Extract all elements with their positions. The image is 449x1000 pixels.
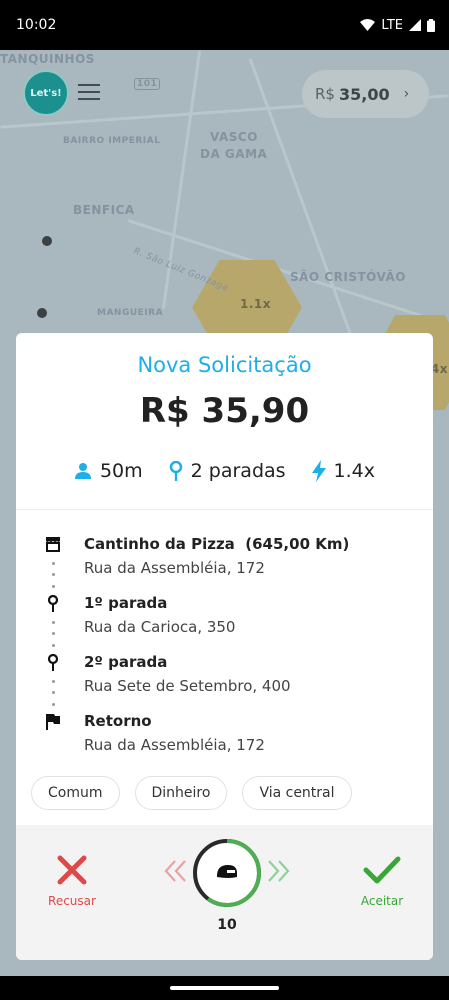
lightning-icon bbox=[311, 460, 326, 482]
route-connector bbox=[51, 617, 55, 651]
route-stop-return: Retorno Rua da Assembléia, 172 bbox=[44, 710, 413, 769]
accept-button[interactable]: Aceitar bbox=[356, 855, 408, 908]
map-label: DA GAMA bbox=[200, 147, 268, 161]
route-stop-1: 1º parada Rua da Carioca, 350 bbox=[44, 592, 413, 651]
reject-label: Recusar bbox=[48, 894, 96, 908]
request-price: R$ 35,90 bbox=[139, 391, 310, 431]
home-handle[interactable] bbox=[170, 986, 279, 990]
store-icon bbox=[44, 535, 62, 553]
chevrons-left-icon bbox=[164, 860, 186, 882]
countdown-timer: 10 bbox=[163, 837, 291, 947]
stop-name: 1º parada bbox=[84, 594, 168, 612]
flag-icon bbox=[44, 712, 62, 730]
navigation-bar bbox=[0, 976, 449, 1000]
route-list: Cantinho da Pizza (645,00 Km) Rua da Ass… bbox=[44, 533, 413, 769]
wifi-icon bbox=[360, 19, 376, 31]
status-time: 10:02 bbox=[16, 17, 57, 33]
distance-stat: 50m bbox=[74, 460, 143, 482]
balance-button[interactable]: R$ 35,00 › bbox=[302, 70, 429, 118]
pin-icon bbox=[44, 653, 62, 671]
check-icon bbox=[363, 856, 401, 884]
accept-label: Aceitar bbox=[360, 894, 404, 908]
pin-icon bbox=[44, 594, 62, 612]
pin-icon bbox=[169, 461, 182, 481]
status-bar: 10:02 LTE bbox=[0, 0, 449, 50]
route-stop-origin: Cantinho da Pizza (645,00 Km) Rua da Ass… bbox=[44, 533, 413, 592]
close-icon bbox=[57, 855, 87, 885]
network-type: LTE bbox=[381, 17, 403, 33]
tag-chip: Comum bbox=[31, 776, 120, 810]
route-stop-2: 2º parada Rua Sete de Setembro, 400 bbox=[44, 651, 413, 710]
action-footer: Recusar 10 Aceitar bbox=[16, 825, 433, 960]
stop-name: 2º parada bbox=[84, 653, 168, 671]
map-label: MANGUEIRA bbox=[97, 308, 164, 318]
tag-chip: Dinheiro bbox=[134, 776, 228, 810]
balance-amount: 35,00 bbox=[338, 84, 390, 104]
divider bbox=[16, 509, 433, 510]
stop-name: Cantinho da Pizza bbox=[84, 535, 235, 553]
battery-icon bbox=[427, 18, 435, 32]
balance-currency: R$ bbox=[315, 85, 335, 103]
stop-address: Rua da Assembléia, 172 bbox=[84, 559, 265, 577]
distance-value: 50m bbox=[99, 460, 143, 482]
app-logo: Let's! bbox=[23, 70, 69, 116]
map-label: VASCO bbox=[210, 130, 258, 144]
map-label: SÃO CRISTÓVÃO bbox=[290, 270, 406, 284]
chevron-right-icon: › bbox=[403, 86, 410, 102]
request-card: Nova Solicitação R$ 35,90 50m 2 paradas … bbox=[16, 333, 433, 960]
map-label: TANQUINHOS bbox=[0, 52, 95, 66]
map-marker bbox=[37, 308, 47, 318]
countdown-value: 10 bbox=[217, 917, 237, 933]
multiplier-value: 1.4x bbox=[333, 460, 376, 482]
tag-list: Comum Dinheiro Via central bbox=[31, 776, 352, 810]
stops-stat: 2 paradas bbox=[169, 460, 286, 482]
stop-address: Rua da Carioca, 350 bbox=[84, 618, 236, 636]
timer-ring bbox=[193, 839, 261, 907]
stop-distance: (645,00 Km) bbox=[245, 535, 350, 553]
tag-chip: Via central bbox=[242, 776, 352, 810]
map-label: 101 bbox=[134, 78, 161, 90]
menu-button[interactable] bbox=[78, 81, 100, 103]
map-marker bbox=[42, 236, 52, 246]
signal-icon bbox=[409, 19, 421, 31]
route-connector bbox=[51, 676, 55, 710]
request-stats: 50m 2 paradas 1.4x bbox=[16, 460, 433, 482]
request-title: Nova Solicitação bbox=[137, 353, 312, 377]
map-label: BENFICA bbox=[73, 203, 135, 217]
stop-name: Retorno bbox=[84, 712, 152, 730]
stop-address: Rua da Assembléia, 172 bbox=[84, 736, 265, 754]
map-label: 1.1x bbox=[240, 297, 271, 311]
person-icon bbox=[74, 463, 91, 479]
map-label: BAIRRO IMPERIAL bbox=[63, 136, 161, 146]
status-icons: LTE bbox=[360, 18, 435, 33]
multiplier-stat: 1.4x bbox=[311, 460, 376, 482]
route-connector bbox=[51, 558, 55, 592]
stop-address: Rua Sete de Setembro, 400 bbox=[84, 677, 291, 695]
reject-button[interactable]: Recusar bbox=[46, 855, 98, 908]
stops-count: 2 paradas bbox=[190, 460, 286, 482]
chevrons-right-icon bbox=[268, 860, 290, 882]
